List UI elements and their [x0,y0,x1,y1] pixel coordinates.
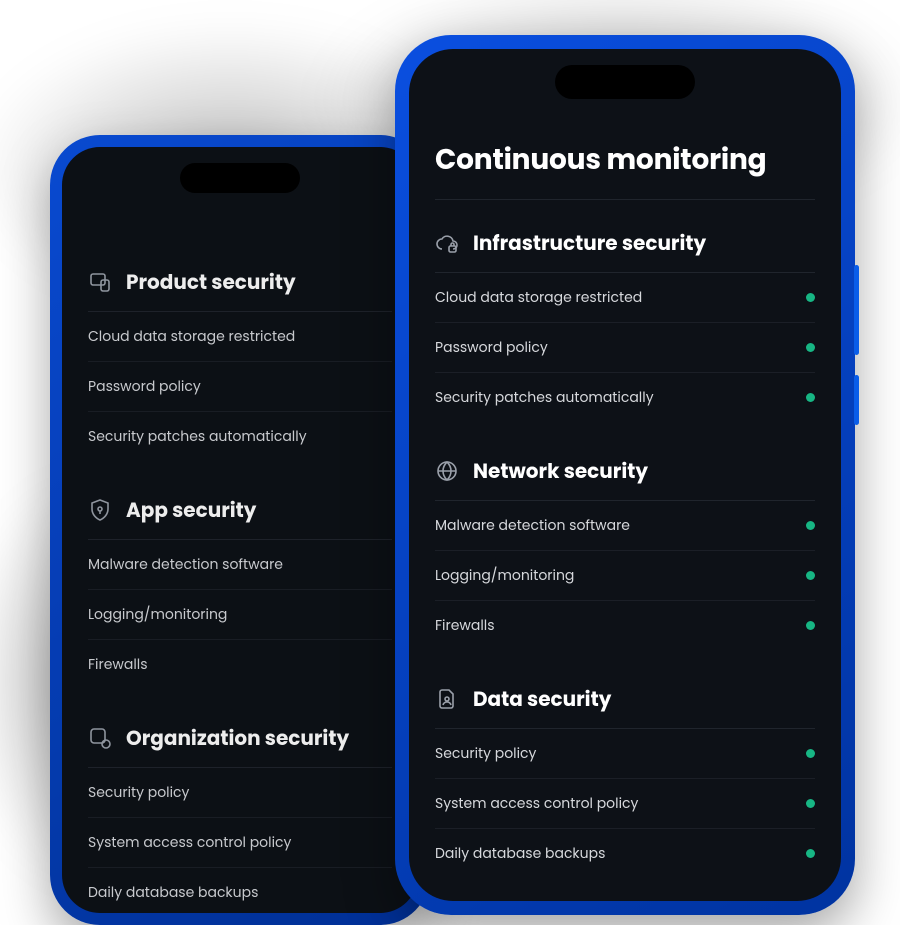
item-label: Password policy [435,337,548,358]
item-label: System access control policy [435,793,638,814]
item-label: Security policy [88,782,189,803]
list-item[interactable]: Malware detection software [88,540,392,590]
item-label: Logging/monitoring [88,604,227,625]
section-title: Organization security [126,723,349,753]
divider [435,199,815,200]
section-product-security: Product security Cloud data storage rest… [88,267,392,461]
list-item[interactable]: Daily database backups [435,829,815,878]
page-title: Continuous monitoring [435,139,815,181]
list-item[interactable]: Security policy [88,768,392,818]
item-label: Cloud data storage restricted [435,287,642,308]
item-label: Logging/monitoring [435,565,574,586]
section-organization-security: Organization security Security policy Sy… [88,723,392,913]
phone-screen-front: Continuous monitoring Infrastructure sec… [409,49,841,901]
phone-screen-back: Product security Cloud data storage rest… [62,147,418,913]
item-label: Firewalls [435,615,495,636]
section-network-security: Network security Malware detection softw… [435,456,815,650]
list-item[interactable]: Cloud data storage restricted [435,273,815,323]
item-label: Password policy [88,376,201,397]
section-title: Infrastructure security [473,228,706,258]
status-dot-ok [806,521,815,530]
list-item[interactable]: Firewalls [88,640,392,689]
item-label: Security patches automatically [88,426,307,447]
list-item[interactable]: Firewalls [435,601,815,650]
cloud-lock-icon [435,231,459,255]
list-item[interactable]: Logging/monitoring [435,551,815,601]
file-person-icon [435,687,459,711]
section-title: Product security [126,267,296,297]
item-label: Security policy [435,743,536,764]
item-label: Firewalls [88,654,148,675]
section-infrastructure-security: Infrastructure security Cloud data stora… [435,228,815,422]
list-item[interactable]: Password policy [435,323,815,373]
item-label: System access control policy [88,832,291,853]
status-dot-ok [806,571,815,580]
security-list-back[interactable]: Product security Cloud data storage rest… [62,147,418,913]
item-label: Security patches automatically [435,387,654,408]
status-dot-ok [806,343,815,352]
section-app-security: App security Malware detection software … [88,495,392,689]
list-item[interactable]: Malware detection software [435,501,815,551]
list-item[interactable]: System access control policy [435,779,815,829]
list-item[interactable]: Cloud data storage restricted [88,312,392,362]
section-data-security: Data security Security policy System acc… [435,684,815,878]
list-item[interactable]: Password policy [88,362,392,412]
phone-mockup-front: Continuous monitoring Infrastructure sec… [395,35,855,915]
security-list-front[interactable]: Continuous monitoring Infrastructure sec… [409,49,841,901]
list-item[interactable]: Daily database backups [88,868,392,913]
dynamic-island [555,65,695,99]
status-dot-ok [806,393,815,402]
list-item[interactable]: Security policy [435,729,815,779]
dynamic-island [180,163,300,193]
list-item[interactable]: Security patches automatically [88,412,392,461]
status-dot-ok [806,799,815,808]
item-label: Malware detection software [435,515,630,536]
section-title: App security [126,495,256,525]
section-title: Data security [473,684,611,714]
shield-lock-icon [88,498,112,522]
list-item[interactable]: Logging/monitoring [88,590,392,640]
section-title: Network security [473,456,648,486]
status-dot-ok [806,849,815,858]
status-dot-ok [806,749,815,758]
item-label: Malware detection software [88,554,283,575]
device-icon [88,270,112,294]
list-item[interactable]: System access control policy [88,818,392,868]
globe-icon [435,459,459,483]
status-dot-ok [806,621,815,630]
item-label: Cloud data storage restricted [88,326,295,347]
status-dot-ok [806,293,815,302]
phone-mockup-back: Product security Cloud data storage rest… [50,135,430,925]
org-icon [88,726,112,750]
item-label: Daily database backups [435,843,605,864]
list-item[interactable]: Security patches automatically [435,373,815,422]
